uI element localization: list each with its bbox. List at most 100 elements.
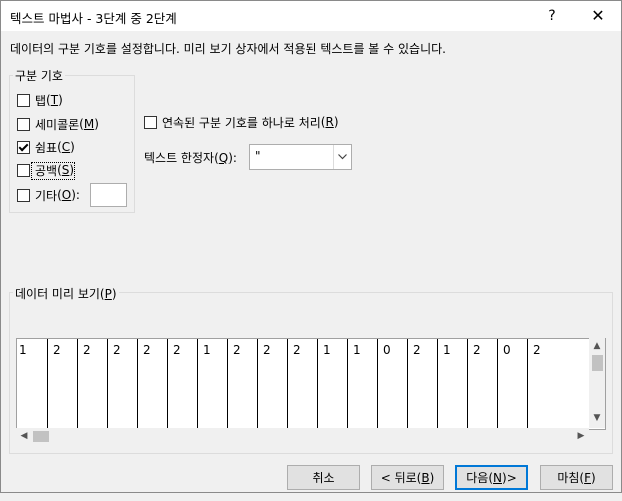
preview-column[interactable]: 2 — [527, 339, 558, 429]
preview-cell: 2 — [293, 343, 301, 357]
scroll-up-icon[interactable]: ▲ — [589, 338, 605, 354]
checkbox-box[interactable] — [17, 188, 30, 202]
preview-cell: 1 — [323, 343, 331, 357]
preview-cell: 2 — [143, 343, 151, 357]
preview-cell: 2 — [113, 343, 121, 357]
preview-column[interactable]: 0 — [497, 339, 528, 429]
preview-cell: 2 — [83, 343, 91, 357]
checkbox-consecutive-delimiters[interactable]: 연속된 구분 기호를 하나로 처리(R) — [144, 113, 339, 131]
next-button[interactable]: 다음(N) > — [455, 465, 528, 490]
preview-column[interactable]: 2 — [137, 339, 168, 429]
preview-vertical-scrollbar[interactable]: ▲ ▼ — [589, 338, 605, 428]
title-bar: 텍스트 마법사 - 3단계 중 2단계 ? ✕ — [1, 1, 621, 31]
window-title: 텍스트 마법사 - 3단계 중 2단계 — [10, 11, 177, 26]
close-button[interactable]: ✕ — [583, 4, 613, 28]
access-key: F — [584, 470, 591, 485]
vertical-scroll-thumb[interactable] — [592, 355, 603, 371]
preview-column[interactable]: 1 — [197, 339, 228, 429]
checkbox-other[interactable]: 기타(O): — [17, 186, 80, 204]
checkbox-label: 탭 — [35, 93, 47, 108]
data-preview-legend: 데이터 미리 보기(P) — [13, 285, 119, 302]
preview-column[interactable]: 2 — [77, 339, 108, 429]
label-colon: : — [75, 188, 80, 202]
checkbox-label: 세미콜론 — [35, 117, 80, 132]
finish-button[interactable]: 마침(F) — [540, 465, 613, 490]
next-arrow: > — [506, 470, 517, 485]
preview-cell: 1 — [203, 343, 211, 357]
preview-cell: 1 — [353, 343, 361, 357]
cancel-button-label: 취소 — [312, 471, 335, 485]
access-key: M — [83, 117, 95, 131]
preview-cell: 1 — [443, 343, 451, 357]
access-key: O — [61, 188, 72, 202]
checkbox-label: 기타 — [35, 188, 58, 203]
preview-column[interactable]: 2 — [47, 339, 78, 429]
checkbox-space[interactable]: 공백(S) — [17, 161, 74, 179]
preview-column[interactable]: 1 — [17, 339, 47, 429]
back-button[interactable]: < 뒤로(B) — [371, 465, 444, 490]
preview-cell: 1 — [19, 343, 27, 357]
preview-column[interactable]: 1 — [347, 339, 378, 429]
scroll-left-icon[interactable]: ◀ — [16, 428, 32, 444]
preview-column[interactable]: 2 — [287, 339, 318, 429]
text-qualifier-select[interactable]: " — [249, 144, 352, 170]
preview-cell: 2 — [263, 343, 271, 357]
preview-column[interactable]: 1 — [437, 339, 468, 429]
checkbox-box[interactable] — [144, 115, 157, 129]
preview-column[interactable]: 2 — [407, 339, 438, 429]
access-key: N — [493, 470, 502, 485]
preview-column[interactable]: 2 — [257, 339, 288, 429]
scroll-right-icon[interactable]: ▶ — [573, 428, 589, 444]
back-button-label: < 뒤로 — [380, 471, 417, 485]
access-key: Q — [218, 151, 229, 165]
chevron-down-icon[interactable] — [333, 145, 351, 169]
qualifier-label-text: 텍스트 한정자 — [144, 151, 215, 165]
preview-cell: 2 — [53, 343, 61, 357]
cancel-button[interactable]: 취소 — [287, 465, 360, 490]
access-key: P — [104, 287, 112, 301]
text-qualifier-value: " — [255, 149, 261, 163]
text-wizard-dialog: 텍스트 마법사 - 3단계 중 2단계 ? ✕ 데이터의 구분 기호를 설정합니… — [0, 0, 622, 493]
checkbox-tab[interactable]: 탭(T) — [17, 91, 63, 109]
preview-cell: 2 — [413, 343, 421, 357]
preview-cell: 0 — [383, 343, 391, 357]
access-key: C — [61, 140, 71, 154]
scroll-down-icon[interactable]: ▼ — [589, 410, 605, 426]
checkbox-box[interactable] — [17, 163, 30, 177]
finish-button-label: 마침 — [557, 471, 580, 485]
data-preview-legend-text: 데이터 미리 보기 — [15, 287, 100, 301]
horizontal-scroll-thumb[interactable] — [33, 431, 49, 442]
other-delimiter-input[interactable] — [90, 183, 127, 207]
preview-cell: 0 — [503, 343, 511, 357]
label-colon: : — [232, 151, 237, 165]
next-button-label: 다음 — [466, 471, 489, 485]
preview-column[interactable]: 2 — [467, 339, 498, 429]
checkbox-box[interactable] — [17, 93, 30, 107]
help-button[interactable]: ? — [537, 4, 567, 28]
checkbox-label: 연속된 구분 기호를 하나로 처리 — [162, 115, 321, 130]
preview-column[interactable]: 0 — [377, 339, 408, 429]
preview-column[interactable]: 2 — [107, 339, 138, 429]
checkbox-semicolon[interactable]: 세미콜론(M) — [17, 115, 99, 133]
checkbox-label: 쉼표 — [35, 140, 58, 155]
description-text: 데이터의 구분 기호를 설정합니다. 미리 보기 상자에서 적용된 텍스트를 볼… — [10, 42, 446, 56]
preview-column[interactable]: 2 — [227, 339, 258, 429]
checkbox-label: 공백 — [35, 163, 58, 178]
preview-cell: 2 — [533, 343, 541, 357]
text-qualifier-label: 텍스트 한정자(Q): — [144, 151, 237, 165]
preview-horizontal-scrollbar[interactable]: ◀ ▶ — [16, 428, 589, 444]
access-key: B — [421, 470, 430, 485]
preview-column[interactable]: 2 — [167, 339, 198, 429]
preview-cell: 2 — [233, 343, 241, 357]
access-key: S — [61, 163, 70, 177]
preview-cell: 2 — [473, 343, 481, 357]
delimiter-group-legend: 구분 기호 — [13, 67, 65, 84]
preview-column[interactable]: 1 — [317, 339, 348, 429]
access-key: R — [325, 115, 334, 129]
checkbox-comma[interactable]: 쉼표(C) — [17, 138, 75, 156]
checkbox-box[interactable] — [17, 117, 30, 131]
checkbox-box-checked[interactable] — [17, 140, 30, 154]
access-key: T — [50, 93, 59, 107]
preview-cell: 2 — [173, 343, 181, 357]
data-preview-grid[interactable]: 1 2 2 2 2 2 1 2 2 2 1 1 0 2 1 2 0 2 — [16, 338, 606, 430]
